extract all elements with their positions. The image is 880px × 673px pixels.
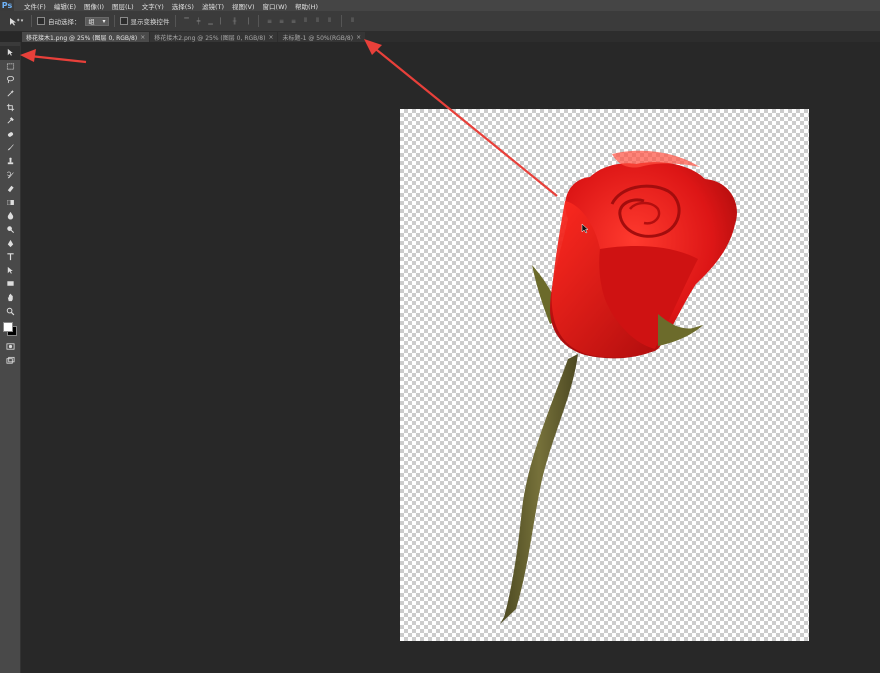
align-right-icon[interactable]: ▕ xyxy=(242,17,252,26)
menu-item[interactable]: 文件(F) xyxy=(20,1,50,11)
menu-item[interactable]: 视图(V) xyxy=(228,1,259,11)
divider xyxy=(174,15,176,27)
history-brush-icon[interactable] xyxy=(0,168,20,182)
divider xyxy=(31,15,32,27)
zoom-tool-icon[interactable] xyxy=(0,304,20,318)
menu-item[interactable]: 选择(S) xyxy=(168,1,198,11)
close-icon[interactable]: × xyxy=(356,34,361,41)
distribute-hcenter-icon[interactable]: ⦀ xyxy=(313,17,323,26)
align-top-icon[interactable]: ▔ xyxy=(182,17,192,26)
close-icon[interactable]: × xyxy=(140,34,145,41)
red-arrow-toolbar xyxy=(20,49,87,64)
magic-wand-icon[interactable] xyxy=(0,87,20,101)
menu-item[interactable]: 窗口(W) xyxy=(259,1,292,11)
hand-tool-icon[interactable] xyxy=(0,291,20,305)
blur-tool-icon[interactable] xyxy=(0,209,20,223)
color-swatches[interactable] xyxy=(0,318,20,340)
align-vcenter-icon[interactable]: ╪ xyxy=(194,17,204,26)
chevron-down-icon: ▾ xyxy=(102,17,106,25)
auto-select-dropdown[interactable]: 组 ▾ xyxy=(84,16,109,26)
brush-tool-icon[interactable] xyxy=(0,141,20,155)
marquee-tool-icon[interactable] xyxy=(0,60,20,74)
options-bar: ▾ 自动选择： 组 ▾ 显示变换控件 ▔ ╪ ▁ ▏ ╫ ▕ ≡ ≡ ≡ ⦀ ⦀… xyxy=(0,11,880,32)
document-tab[interactable]: 移花接木2.png @ 25% (图层 0, RGB/8) × xyxy=(150,32,278,42)
document-canvas[interactable] xyxy=(400,109,809,641)
menu-item[interactable]: 图像(I) xyxy=(80,1,108,11)
auto-select-value: 组 xyxy=(88,18,95,26)
distribute-top-icon[interactable]: ≡ xyxy=(265,17,275,26)
quick-mask-icon[interactable] xyxy=(0,340,20,354)
document-tab-bar: 移花接木1.png @ 25% (图层 0, RGB/8) × 移花接木2.png … xyxy=(22,31,880,42)
path-select-icon[interactable] xyxy=(0,264,20,278)
close-icon[interactable]: × xyxy=(268,34,273,41)
checkbox-box[interactable] xyxy=(37,17,45,25)
divider xyxy=(113,15,115,27)
distribute-left-icon[interactable]: ⦀ xyxy=(301,17,311,26)
screen-mode-icon[interactable] xyxy=(0,353,20,367)
menu-item[interactable]: 文字(Y) xyxy=(138,1,168,11)
align-left-icon[interactable]: ▏ xyxy=(218,17,228,26)
show-transform-checkbox[interactable]: 显示变换控件 xyxy=(119,16,170,26)
distribute-right-icon[interactable]: ⦀ xyxy=(325,17,335,26)
rectangle-tool-icon[interactable] xyxy=(0,277,20,291)
auto-align-icon[interactable]: ⦀ xyxy=(348,17,358,26)
tab-label: 移花接木2.png @ 25% (图层 0, RGB/8) xyxy=(154,34,266,42)
document-tab[interactable]: 移花接木1.png @ 25% (图层 0, RGB/8) × xyxy=(22,32,150,42)
divider xyxy=(340,15,342,27)
tab-label: 移花接木1.png @ 25% (图层 0, RGB/8) xyxy=(26,34,138,42)
photoshop-logo: Ps xyxy=(0,0,14,11)
rose-image xyxy=(500,150,737,624)
dodge-tool-icon[interactable] xyxy=(0,223,20,237)
tool-preset-picker[interactable]: ▾ xyxy=(6,14,26,28)
menu-item[interactable]: 图层(L) xyxy=(108,1,138,11)
menu-bar: Ps 文件(F) 编辑(E) 图像(I) 图层(L) 文字(Y) 选择(S) 滤镜(T) 视图… xyxy=(0,0,880,11)
document-tab[interactable]: 未标题-1 @ 50%(RGB/8) × xyxy=(278,32,366,42)
auto-select-checkbox[interactable]: 自动选择： xyxy=(37,16,81,26)
distribute-vcenter-icon[interactable]: ≡ xyxy=(277,17,287,26)
gradient-tool-icon[interactable] xyxy=(0,196,20,210)
move-icon xyxy=(9,17,20,25)
divider xyxy=(257,15,259,27)
auto-select-label: 自动选择： xyxy=(48,18,81,26)
checkbox-box[interactable] xyxy=(119,17,128,25)
move-tool-icon[interactable] xyxy=(0,46,20,60)
lasso-tool-icon[interactable] xyxy=(0,73,20,87)
menu-item[interactable]: 帮助(H) xyxy=(291,1,322,11)
align-bottom-icon[interactable]: ▁ xyxy=(206,17,216,26)
chevron-down-icon: ▾ xyxy=(20,18,24,24)
healing-brush-icon[interactable] xyxy=(0,128,20,142)
distribute-bottom-icon[interactable]: ≡ xyxy=(289,17,299,26)
foreground-color-swatch[interactable] xyxy=(3,321,13,332)
pen-tool-icon[interactable] xyxy=(0,236,20,250)
align-hcenter-icon[interactable]: ╫ xyxy=(230,17,240,26)
tools-panel xyxy=(0,42,21,673)
menu-item[interactable]: 编辑(E) xyxy=(50,1,80,11)
tab-label: 未标题-1 @ 50%(RGB/8) xyxy=(282,34,354,42)
type-tool-icon[interactable] xyxy=(0,250,20,264)
menu-item[interactable]: 滤镜(T) xyxy=(198,1,228,11)
clone-stamp-icon[interactable] xyxy=(0,155,20,169)
eyedropper-icon[interactable] xyxy=(0,114,20,128)
show-transform-label: 显示变换控件 xyxy=(130,18,170,26)
crop-tool-icon[interactable] xyxy=(0,100,20,114)
eraser-icon[interactable] xyxy=(0,182,20,196)
